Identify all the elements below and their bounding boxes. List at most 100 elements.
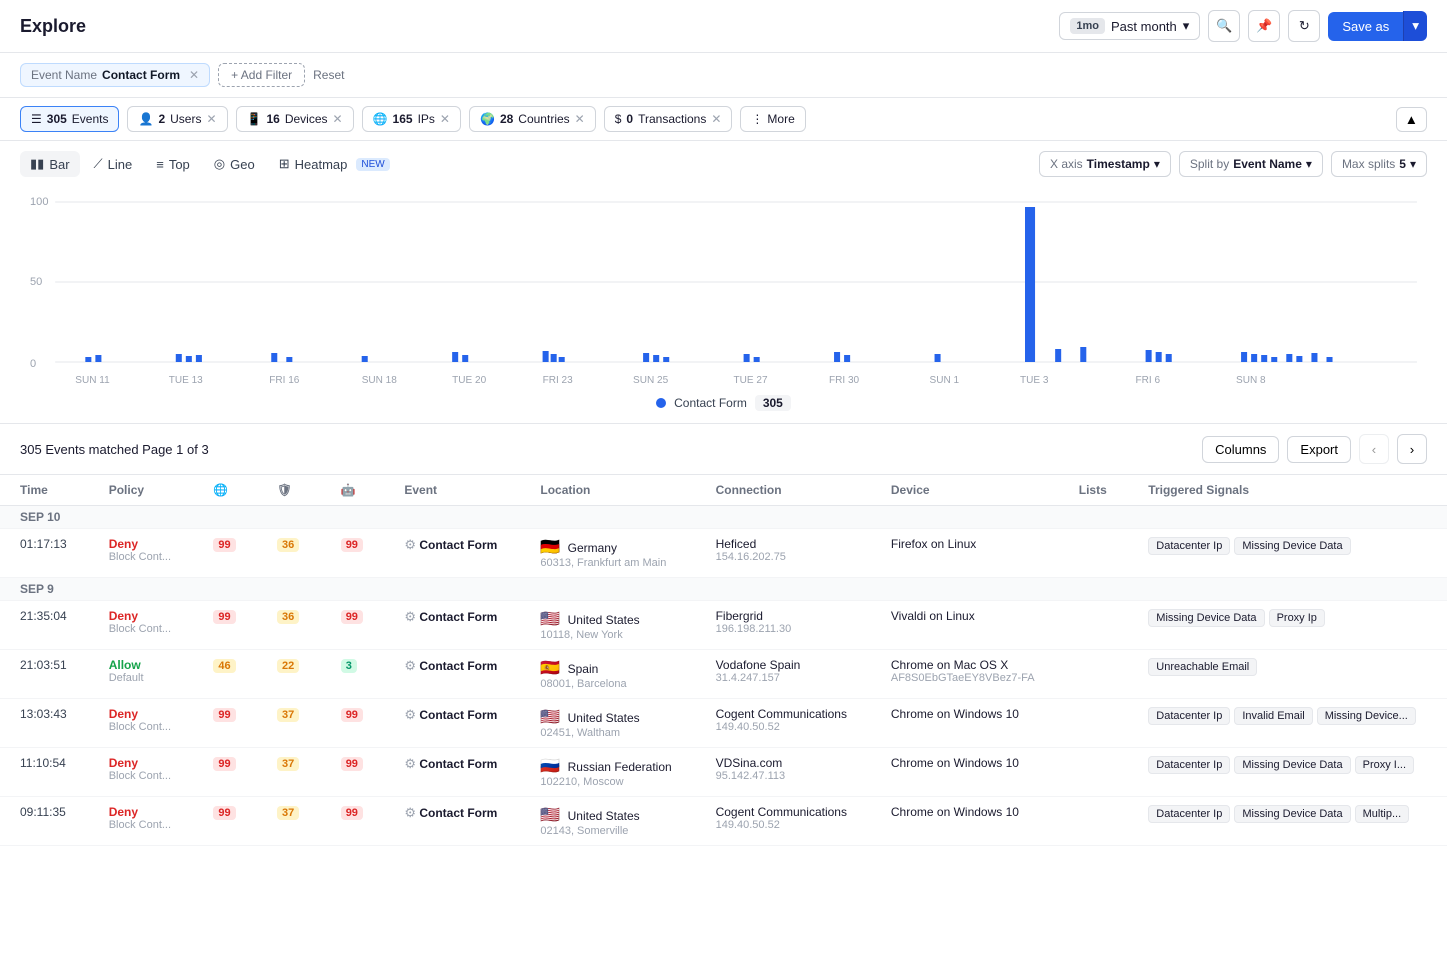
policy-status: Deny xyxy=(109,805,138,819)
row-time: 21:03:51 xyxy=(0,650,89,699)
split-by-label: Split by xyxy=(1190,157,1229,171)
svg-text:SUN 1: SUN 1 xyxy=(930,375,960,386)
event-filter-pill[interactable]: Event Name Contact Form ✕ xyxy=(20,63,210,87)
next-page-button[interactable]: › xyxy=(1397,434,1427,464)
chart-type-top[interactable]: ≡ Top xyxy=(146,152,200,177)
refresh-button[interactable]: ↻ xyxy=(1288,10,1320,42)
columns-button[interactable]: Columns xyxy=(1202,436,1279,463)
score2-value: 22 xyxy=(277,659,299,673)
chart-controls: ▮▮ Bar ⟋ Line ≡ Top ◎ Geo ⊞ Heatmap NEW … xyxy=(0,141,1447,187)
reset-button[interactable]: Reset xyxy=(313,68,344,82)
svg-text:50: 50 xyxy=(30,276,42,288)
chart-type-heatmap[interactable]: ⊞ Heatmap NEW xyxy=(269,151,400,177)
metric-events[interactable]: ☰ 305 Events xyxy=(20,106,119,132)
policy-sub: Block Cont... xyxy=(109,551,174,563)
metric-countries[interactable]: 🌍 28 Countries ✕ xyxy=(469,106,596,132)
ips-label: IPs xyxy=(418,112,435,126)
signal-tag: Multip... xyxy=(1355,805,1410,823)
connection-name: Heficed xyxy=(716,537,851,551)
table-row[interactable]: 11:10:54 Deny Block Cont... 99 37 99 ⚙ C… xyxy=(0,748,1447,797)
svg-text:SUN 8: SUN 8 xyxy=(1236,375,1266,386)
connection-ip: 154.16.202.75 xyxy=(716,551,851,563)
policy-status: Deny xyxy=(109,537,138,551)
time-selector[interactable]: 1mo Past month ▾ xyxy=(1059,12,1200,40)
row-location: 🇪🇸 Spain 08001, Barcelona xyxy=(520,650,695,699)
x-axis-value: Timestamp xyxy=(1087,157,1150,171)
save-as-group: Save as ▾ xyxy=(1328,11,1427,41)
row-score3: 99 xyxy=(321,748,385,797)
save-as-caret[interactable]: ▾ xyxy=(1403,11,1427,41)
score2-value: 36 xyxy=(277,610,299,624)
collapse-button[interactable]: ▲ xyxy=(1396,107,1427,132)
table-row[interactable]: 09:11:35 Deny Block Cont... 99 37 99 ⚙ C… xyxy=(0,797,1447,846)
table-row[interactable]: 13:03:43 Deny Block Cont... 99 37 99 ⚙ C… xyxy=(0,699,1447,748)
row-policy: Deny Block Cont... xyxy=(89,797,194,846)
connection-name: Cogent Communications xyxy=(716,805,851,819)
signal-tag: Datacenter Ip xyxy=(1148,707,1230,725)
gear-icon: ⚙ xyxy=(404,537,416,552)
table-row[interactable]: 01:17:13 Deny Block Cont... 99 36 99 ⚙ C… xyxy=(0,529,1447,578)
chart-type-geo[interactable]: ◎ Geo xyxy=(204,151,265,177)
chart-type-line[interactable]: ⟋ Line xyxy=(84,151,143,177)
row-score1: 99 xyxy=(193,797,257,846)
x-axis-selector[interactable]: X axis Timestamp ▾ xyxy=(1039,151,1171,177)
user-icon: 👤 xyxy=(138,112,153,126)
svg-text:SUN 25: SUN 25 xyxy=(633,375,669,386)
users-close-icon[interactable]: ✕ xyxy=(206,112,216,126)
connection-name: VDSina.com xyxy=(716,756,851,770)
signal-tag: Missing Device Data xyxy=(1234,805,1350,823)
max-splits-label: Max splits xyxy=(1342,157,1395,171)
chart-type-bar[interactable]: ▮▮ Bar xyxy=(20,151,80,177)
metric-devices[interactable]: 📱 16 Devices ✕ xyxy=(236,106,354,132)
location-sub: 60313, Frankfurt am Main xyxy=(540,557,675,569)
events-header: 305 Events matched Page 1 of 3 Columns E… xyxy=(0,423,1447,475)
col-event: Event xyxy=(384,475,520,506)
row-policy: Deny Block Cont... xyxy=(89,748,194,797)
events-summary: 305 Events matched Page 1 of 3 xyxy=(20,442,209,457)
filter-close-icon[interactable]: ✕ xyxy=(189,68,199,82)
split-by-chevron: ▾ xyxy=(1306,157,1312,171)
table-row[interactable]: 21:03:51 Allow Default 46 22 3 ⚙ Contact… xyxy=(0,650,1447,699)
svg-text:TUE 3: TUE 3 xyxy=(1020,375,1049,386)
row-device: Vivaldi on Linux xyxy=(871,601,1059,650)
metric-users[interactable]: 👤 2 Users ✕ xyxy=(127,106,227,132)
table-row[interactable]: 21:35:04 Deny Block Cont... 99 36 99 ⚙ C… xyxy=(0,601,1447,650)
events-matched-count: 305 xyxy=(20,442,42,457)
gear-icon: ⚙ xyxy=(404,609,416,624)
top-bar: Explore 1mo Past month ▾ 🔍 📌 ↻ Save as ▾ xyxy=(0,0,1447,53)
events-header-right: Columns Export ‹ › xyxy=(1202,434,1427,464)
devices-count: 16 xyxy=(266,112,279,126)
events-table: Time Policy 🌐 🛡 🤖 Event Location Connect… xyxy=(0,475,1447,846)
svg-text:FRI 23: FRI 23 xyxy=(543,375,574,386)
country-flag: 🇪🇸 xyxy=(540,660,560,677)
devices-close-icon[interactable]: ✕ xyxy=(333,112,343,126)
svg-text:SUN 11: SUN 11 xyxy=(75,375,110,386)
ips-close-icon[interactable]: ✕ xyxy=(440,112,450,126)
globe-col-icon: 🌐 xyxy=(213,483,228,497)
row-signals: Datacenter IpInvalid EmailMissing Device… xyxy=(1128,699,1447,748)
countries-close-icon[interactable]: ✕ xyxy=(575,112,585,126)
search-button[interactable]: 🔍 xyxy=(1208,10,1240,42)
table-header: Time Policy 🌐 🛡 🤖 Event Location Connect… xyxy=(0,475,1447,506)
metric-bar: ☰ 305 Events 👤 2 Users ✕ 📱 16 Devices ✕ … xyxy=(0,98,1447,141)
row-policy: Deny Block Cont... xyxy=(89,699,194,748)
score2-value: 37 xyxy=(277,806,299,820)
chart-axis-controls: X axis Timestamp ▾ Split by Event Name ▾… xyxy=(1039,151,1427,177)
split-by-selector[interactable]: Split by Event Name ▾ xyxy=(1179,151,1323,177)
pin-button[interactable]: 📌 xyxy=(1248,10,1280,42)
row-score1: 99 xyxy=(193,748,257,797)
events-matched-label: Events matched xyxy=(45,442,138,457)
metric-ips[interactable]: 🌐 165 IPs ✕ xyxy=(362,106,461,132)
max-splits-selector[interactable]: Max splits 5 ▾ xyxy=(1331,151,1427,177)
metric-transactions[interactable]: $ 0 Transactions ✕ xyxy=(604,106,733,132)
prev-page-button[interactable]: ‹ xyxy=(1359,434,1389,464)
row-policy: Deny Block Cont... xyxy=(89,601,194,650)
export-button[interactable]: Export xyxy=(1287,436,1351,463)
metric-more[interactable]: ⋮ More xyxy=(740,106,805,132)
add-filter-button[interactable]: + Add Filter xyxy=(218,63,305,87)
row-score3: 99 xyxy=(321,797,385,846)
save-as-button[interactable]: Save as xyxy=(1328,12,1403,41)
x-axis-chevron: ▾ xyxy=(1154,157,1160,171)
transactions-close-icon[interactable]: ✕ xyxy=(711,112,721,126)
max-splits-chevron: ▾ xyxy=(1410,157,1416,171)
